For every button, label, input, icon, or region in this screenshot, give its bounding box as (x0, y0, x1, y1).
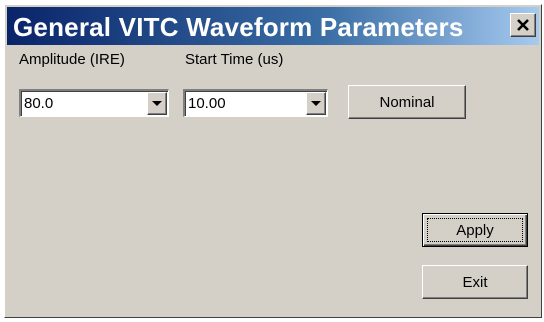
start-time-value: 10.00 (188, 95, 226, 112)
dialog-window: General VITC Waveform Parameters Amplitu… (4, 4, 542, 318)
apply-button-label: Apply (456, 221, 494, 239)
start-time-dropdown-button[interactable] (306, 92, 326, 115)
exit-button-label: Exit (462, 273, 488, 291)
chevron-down-icon (311, 101, 321, 106)
amplitude-label: Amplitude (IRE) (19, 51, 125, 68)
apply-button[interactable]: Apply (422, 213, 528, 247)
amplitude-combo[interactable]: 80.0 (19, 89, 169, 117)
start-time-label: Start Time (us) (185, 51, 284, 68)
exit-button[interactable]: Exit (422, 265, 528, 299)
chevron-down-icon (152, 101, 162, 106)
close-icon (517, 19, 529, 31)
title-bar[interactable]: General VITC Waveform Parameters (7, 7, 539, 45)
amplitude-dropdown-button[interactable] (147, 92, 167, 115)
nominal-button-label: Nominal (379, 93, 435, 111)
close-button[interactable] (510, 13, 536, 37)
amplitude-value: 80.0 (24, 95, 54, 112)
start-time-combo[interactable]: 10.00 (183, 89, 328, 117)
window-title: General VITC Waveform Parameters (13, 12, 464, 42)
nominal-button[interactable]: Nominal (348, 85, 466, 119)
